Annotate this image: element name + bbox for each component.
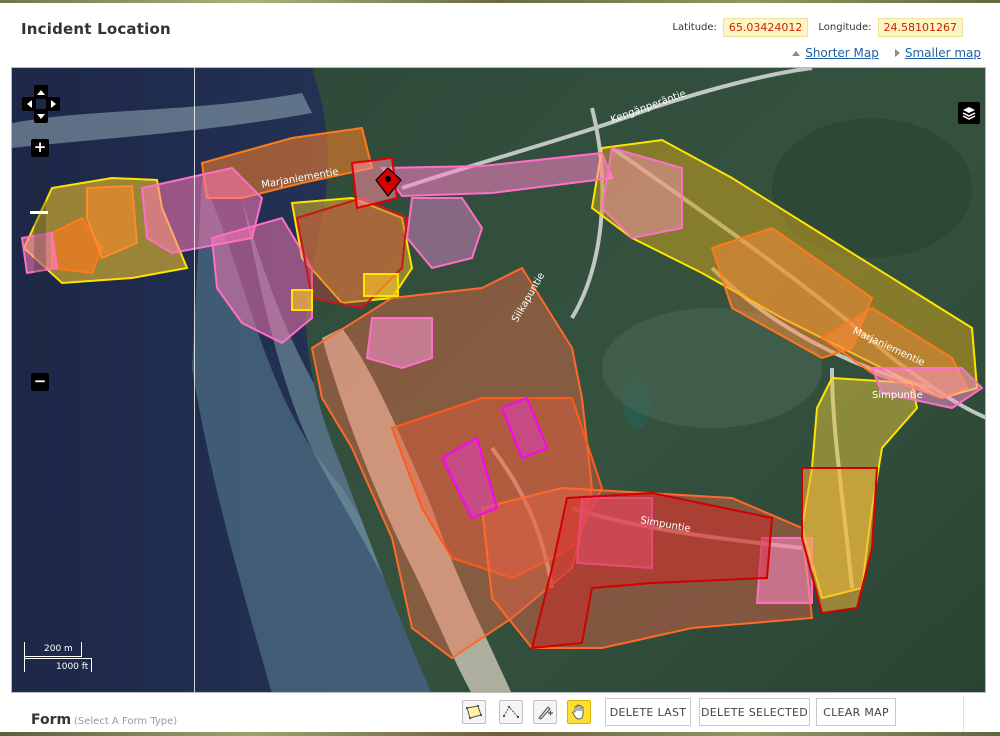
- scale-bar-imperial: [24, 658, 92, 659]
- polygon-yellow-box-1[interactable]: [291, 289, 313, 311]
- form-title: Form: [31, 712, 72, 728]
- arrow-right-icon: [894, 49, 900, 57]
- form-subtitle: (Select A Form Type): [74, 716, 178, 727]
- clear-map-button[interactable]: CLEAR MAP: [816, 698, 896, 726]
- zoom-in-button[interactable]: +: [31, 139, 49, 157]
- hand-pan-button[interactable]: [567, 700, 591, 724]
- polygon-yellow-box-2[interactable]: [363, 273, 399, 297]
- scale-tick: [81, 642, 82, 657]
- layer-switcher-button[interactable]: [958, 102, 980, 124]
- page-title: Incident Location: [21, 20, 171, 38]
- smaller-map-link[interactable]: Smaller map: [894, 46, 981, 60]
- longitude-value: 24.58101267: [877, 17, 963, 37]
- shorter-map-link[interactable]: Shorter Map: [792, 46, 879, 60]
- draw-polygon-icon: [466, 705, 482, 719]
- map-scale: 200 m 1000 ft: [24, 638, 104, 676]
- hand-pan-icon: [571, 704, 584, 720]
- longitude-label: Longitude:: [818, 21, 872, 33]
- layers-icon: [962, 107, 976, 120]
- arrow-up-icon: [792, 50, 801, 56]
- pan-right-button[interactable]: [46, 97, 60, 111]
- draw-polygon-button[interactable]: [462, 700, 486, 724]
- map-canvas[interactable]: Kengänperäntie Marjaniementie Siikapunti…: [11, 67, 986, 693]
- edit-vertex-icon: [538, 706, 553, 720]
- map-divider-line: [194, 68, 195, 692]
- latitude-value: 65.03424012: [722, 17, 809, 37]
- zoom-slider-track[interactable]: [34, 164, 46, 368]
- page-bottom-strip: [0, 732, 1000, 736]
- edit-vertex-button[interactable]: [533, 700, 557, 724]
- road-label-simpuntie-1: Simpuntie: [872, 390, 923, 401]
- shorter-map-label: Shorter Map: [805, 46, 879, 60]
- scale-imperial-label: 1000 ft: [56, 662, 89, 672]
- coordinate-readout: Latitude: 65.03424012 Longitude: 24.5810…: [672, 17, 963, 37]
- pan-control: [22, 85, 60, 123]
- delete-last-button[interactable]: DELETE LAST: [605, 698, 691, 726]
- delete-selected-button[interactable]: DELETE SELECTED: [699, 698, 810, 726]
- map-size-links: Shorter Map Smaller map: [792, 46, 981, 60]
- zoom-slider-handle[interactable]: [25, 205, 53, 219]
- polygon-pink-beach[interactable]: [365, 317, 433, 370]
- latitude-label: Latitude:: [672, 21, 717, 33]
- page-top-strip: [0, 0, 1000, 3]
- draw-line-icon: [503, 706, 519, 718]
- scale-bar-metric: [24, 656, 82, 657]
- draw-line-button[interactable]: [499, 700, 523, 724]
- toolbar-divider: [963, 696, 964, 732]
- pan-down-button[interactable]: [34, 109, 48, 123]
- satellite-map[interactable]: Kengänperäntie Marjaniementie Siikapunti…: [12, 68, 986, 693]
- smaller-map-label: Smaller map: [904, 46, 981, 60]
- scale-metric-label: 200 m: [44, 644, 73, 654]
- zoom-out-button[interactable]: −: [31, 373, 49, 391]
- scale-tick: [91, 658, 92, 672]
- scale-tick: [24, 642, 25, 672]
